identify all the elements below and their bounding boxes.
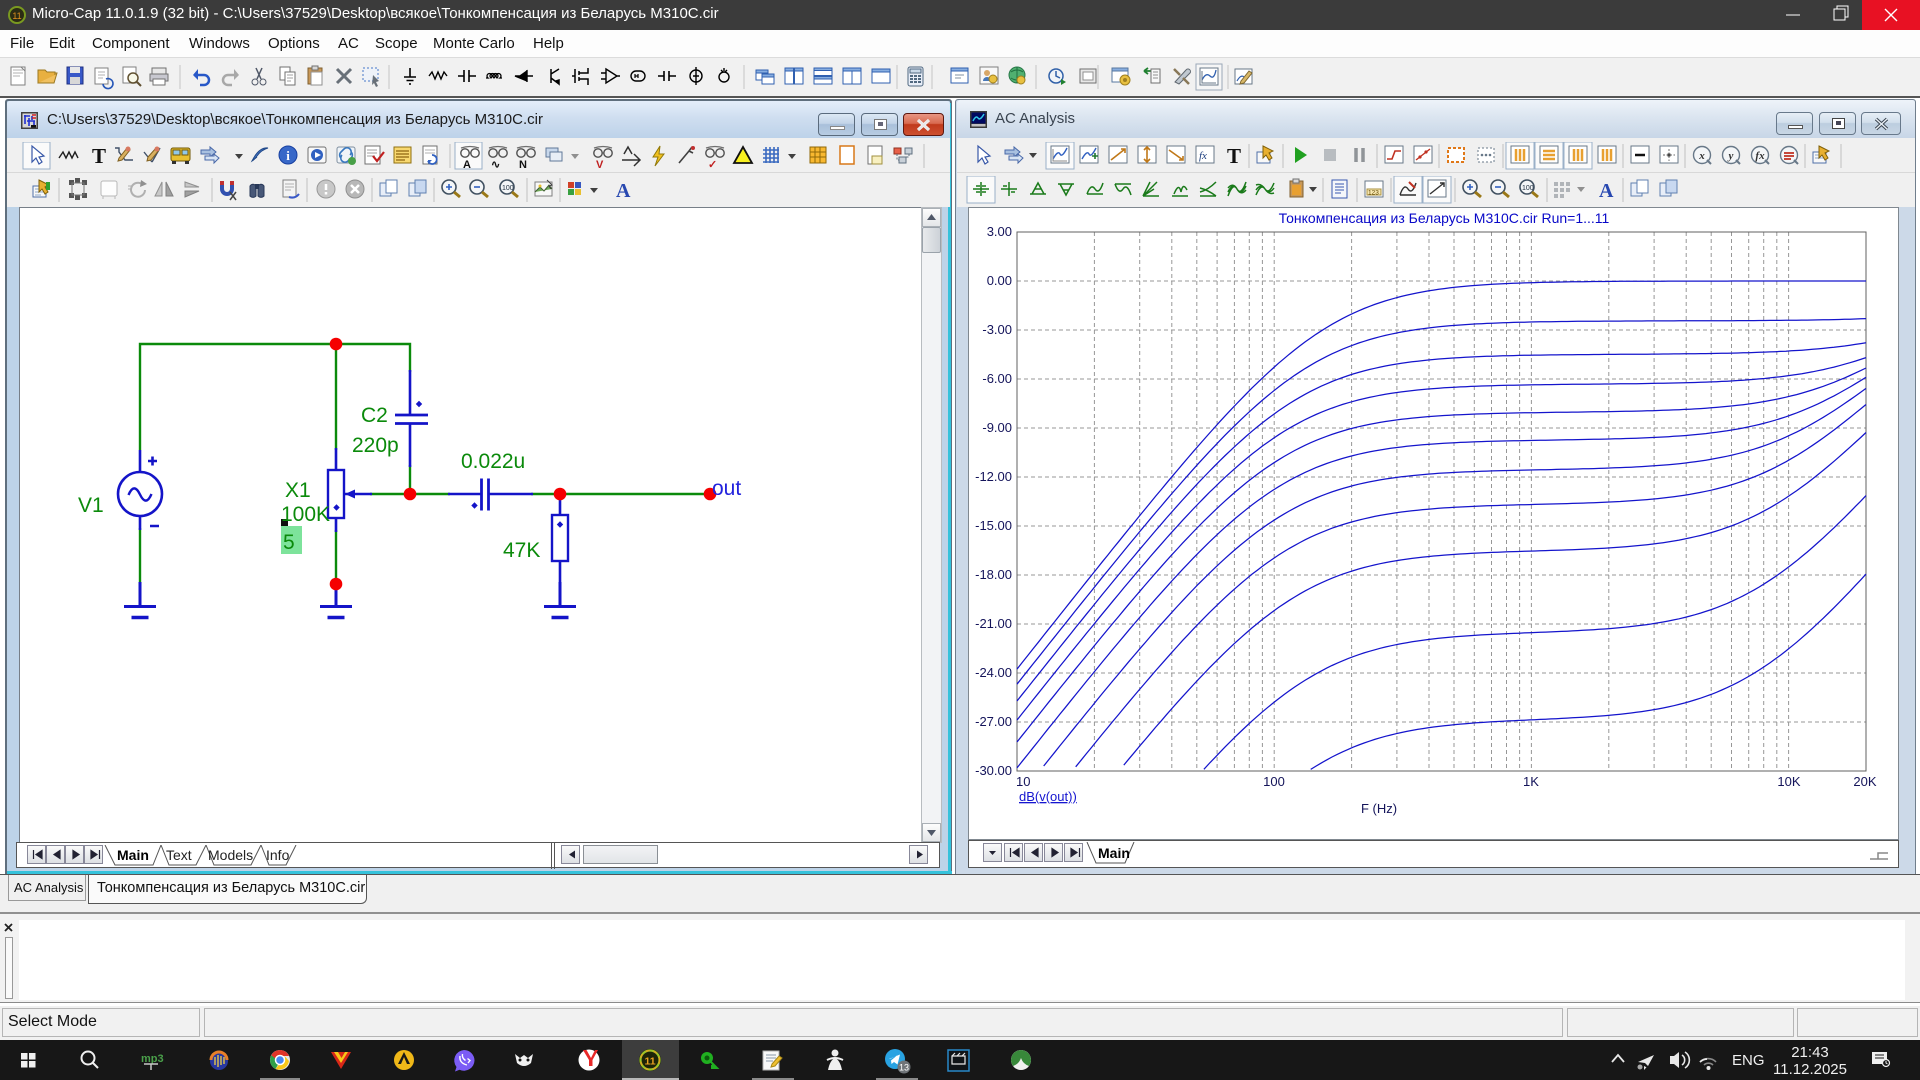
svg-text:-9.00: -9.00 (982, 420, 1012, 435)
svg-text:Text: Text (166, 847, 192, 863)
svg-text:11.12.2025: 11.12.2025 (1773, 1061, 1847, 1078)
svg-text:-24.00: -24.00 (975, 665, 1012, 680)
svg-text:-21.00: -21.00 (975, 616, 1012, 631)
svg-text:mp3: mp3 (141, 1053, 164, 1065)
svg-text:0.022u: 0.022u (461, 450, 525, 473)
svg-text:20K: 20K (1853, 774, 1876, 789)
svg-text:11: 11 (12, 11, 21, 21)
svg-text:-30.00: -30.00 (975, 763, 1012, 778)
svg-text:Тонкомпенсация из Беларусь M31: Тонкомпенсация из Беларусь M310C.cir Run… (1279, 210, 1610, 226)
svg-text:C2: C2 (361, 404, 388, 427)
svg-text:13: 13 (899, 1063, 909, 1073)
svg-text:10K: 10K (1777, 774, 1800, 789)
svg-text:21:43: 21:43 (1791, 1044, 1829, 1061)
svg-text:out: out (712, 477, 741, 500)
svg-text:47K: 47K (503, 539, 540, 562)
svg-text:Main: Main (1098, 845, 1130, 861)
svg-text:T: T (92, 144, 106, 168)
svg-text:i: i (286, 148, 290, 163)
svg-text:∿: ∿ (491, 159, 500, 170)
svg-text:-12.00: -12.00 (975, 469, 1012, 484)
svg-text:Info: Info (266, 847, 290, 863)
svg-text:5: 5 (283, 531, 295, 554)
svg-text:-15.00: -15.00 (975, 518, 1012, 533)
svg-text:-3.00: -3.00 (982, 322, 1012, 337)
svg-text:3.00: 3.00 (987, 224, 1012, 239)
svg-text:X1: X1 (285, 479, 311, 502)
svg-text:fx: fx (1755, 150, 1765, 162)
svg-text:123: 123 (1368, 190, 1379, 197)
svg-text:✓: ✓ (708, 159, 717, 170)
svg-text:x: x (1698, 150, 1705, 162)
svg-text:0.00: 0.00 (987, 273, 1012, 288)
svg-text:100: 100 (1263, 774, 1285, 789)
svg-text:V1: V1 (78, 494, 104, 517)
svg-text:Main: Main (117, 847, 149, 863)
svg-text:-27.00: -27.00 (975, 714, 1012, 729)
svg-text:ENG: ENG (1732, 1052, 1765, 1069)
svg-text:Models: Models (208, 847, 253, 863)
svg-text:100: 100 (1522, 185, 1534, 192)
svg-text:N: N (519, 159, 527, 170)
svg-text:1K: 1K (1523, 774, 1539, 789)
svg-text:A: A (463, 159, 471, 170)
svg-text:-18.00: -18.00 (975, 567, 1012, 582)
svg-text:y: y (1727, 150, 1734, 162)
svg-text:T: T (1227, 144, 1241, 168)
svg-text:100K: 100K (281, 503, 330, 526)
svg-text:fx: fx (1199, 150, 1207, 162)
svg-text:A: A (1599, 180, 1614, 202)
svg-text:10: 10 (1016, 774, 1030, 789)
svg-text:100: 100 (502, 185, 514, 192)
svg-text:A: A (616, 180, 631, 202)
svg-text:F (Hz): F (Hz) (1361, 801, 1397, 816)
svg-text:-6.00: -6.00 (982, 371, 1012, 386)
svg-text:dB(v(out)): dB(v(out)) (1019, 789, 1077, 804)
svg-text:11: 11 (644, 1056, 655, 1068)
svg-text:V: V (596, 159, 604, 170)
svg-text:220p: 220p (352, 434, 399, 457)
